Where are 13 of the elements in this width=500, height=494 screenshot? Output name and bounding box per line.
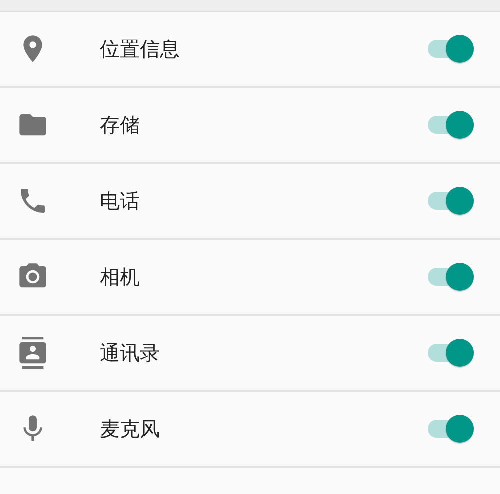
contact-card-icon xyxy=(17,337,49,369)
toggle-switch[interactable] xyxy=(426,110,474,140)
toggle-switch[interactable] xyxy=(426,186,474,216)
toggle-switch[interactable] xyxy=(426,34,474,64)
permission-label: 通讯录 xyxy=(100,340,161,367)
toggle-switch[interactable] xyxy=(426,414,474,444)
permission-label: 麦克风 xyxy=(100,416,161,443)
permission-label: 电话 xyxy=(100,188,141,215)
permission-label: 存储 xyxy=(100,112,141,139)
toggle-switch[interactable] xyxy=(426,262,474,292)
toggle-switch[interactable] xyxy=(426,338,474,368)
permission-label: 相机 xyxy=(100,264,141,291)
permission-label: 位置信息 xyxy=(100,36,181,63)
